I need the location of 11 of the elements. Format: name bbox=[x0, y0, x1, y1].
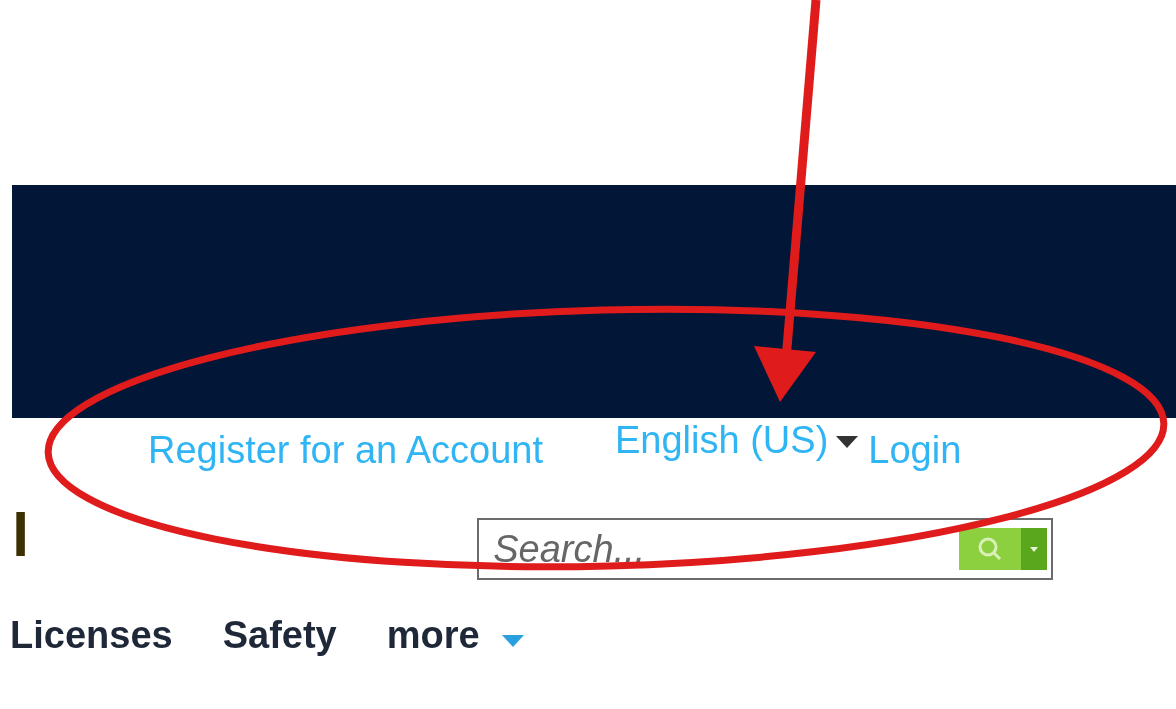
search-icon bbox=[977, 536, 1004, 562]
search-button[interactable] bbox=[959, 528, 1022, 570]
logo-text: l bbox=[12, 504, 30, 566]
search-bar[interactable]: Search... bbox=[477, 518, 1054, 580]
nav-link[interactable]: Safety bbox=[222, 613, 337, 657]
search-field[interactable]: Search... bbox=[479, 520, 960, 578]
caret-icon bbox=[836, 436, 859, 448]
caret-icon bbox=[1030, 546, 1039, 552]
nav-link[interactable]: more bbox=[386, 613, 524, 657]
search-options-button[interactable] bbox=[1021, 528, 1048, 570]
nav-link[interactable]: Licenses bbox=[10, 613, 173, 657]
